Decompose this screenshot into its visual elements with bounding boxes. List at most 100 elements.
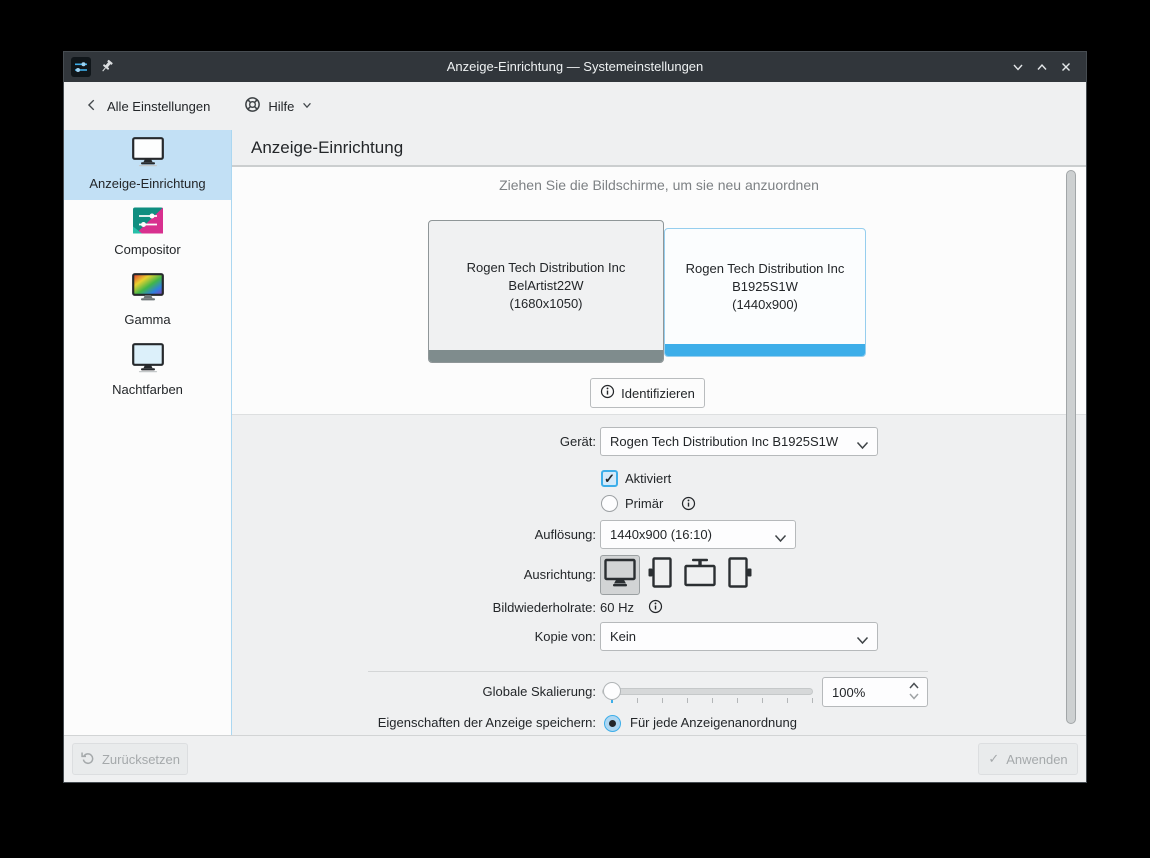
footer-bar: Zurücksetzen ✓ Anwenden — [64, 735, 1086, 782]
page-title-bar: Anzeige-Einrichtung — [232, 130, 1086, 167]
orientation-landscape-button[interactable] — [600, 555, 640, 595]
slider-tick — [787, 698, 788, 703]
refresh-rate-value: 60 Hz — [600, 600, 634, 615]
spin-down-icon — [908, 692, 920, 701]
screen-stand-bar — [429, 350, 663, 362]
replica-label: Kopie von: — [232, 629, 596, 644]
replica-combobox[interactable]: Kein — [600, 622, 878, 651]
window-title: Anzeige-Einrichtung — Systemeinstellunge… — [64, 52, 1086, 82]
sidebar-item-label: Nachtfarben — [112, 382, 183, 397]
enabled-checkbox[interactable]: ✓ — [601, 470, 618, 487]
orientation-landscape-flipped-icon — [682, 555, 718, 596]
chevron-down-icon — [856, 633, 869, 648]
vertical-scrollbar[interactable] — [1066, 170, 1076, 724]
reset-label: Zurücksetzen — [102, 752, 180, 767]
orientation-portrait-right-button[interactable] — [720, 555, 760, 595]
slider-handle[interactable] — [603, 682, 621, 700]
apply-button[interactable]: ✓ Anwenden — [978, 743, 1078, 775]
orientation-portrait-left-button[interactable] — [640, 555, 680, 595]
identify-button[interactable]: Identifizieren — [590, 378, 705, 408]
page-title: Anzeige-Einrichtung — [251, 138, 403, 158]
slider-tick — [662, 698, 663, 703]
enabled-label[interactable]: Aktiviert — [625, 471, 671, 486]
device-value: Rogen Tech Distribution Inc B1925S1W — [610, 434, 838, 449]
minimize-icon[interactable] — [1008, 57, 1028, 77]
monitor-icon — [68, 137, 227, 171]
screen-stand-bar — [665, 344, 865, 356]
sidebar: Anzeige-Einrichtung Compositor Gamma Nac… — [64, 130, 232, 735]
retention-label: Eigenschaften der Anzeige speichern: — [232, 715, 596, 730]
toolbar: Alle Einstellungen Hilfe — [64, 82, 1086, 130]
sidebar-item-label: Anzeige-Einrichtung — [89, 176, 205, 191]
titlebar[interactable]: Anzeige-Einrichtung — Systemeinstellunge… — [64, 52, 1086, 82]
retention-radio[interactable] — [604, 715, 621, 732]
all-settings-button[interactable]: Alle Einstellungen — [79, 90, 216, 122]
screen-box-b1925s1w[interactable]: Rogen Tech Distribution Inc B1925S1W (14… — [664, 228, 866, 357]
global-scale-spinbox[interactable]: 100% — [822, 677, 928, 707]
retention-value[interactable]: Für jede Anzeigenanordnung — [630, 715, 797, 730]
sidebar-item-compositor[interactable]: Compositor — [64, 200, 231, 266]
sidebar-item-nachtfarben[interactable]: Nachtfarben — [64, 336, 231, 406]
chevron-down-icon — [774, 531, 787, 546]
resolution-combobox[interactable]: 1440x900 (16:10) — [600, 520, 796, 549]
undo-icon — [80, 750, 95, 768]
global-scale-value: 100% — [832, 685, 865, 700]
orientation-label: Ausrichtung: — [232, 567, 596, 582]
replica-value: Kein — [610, 629, 636, 644]
global-scale-label: Globale Skalierung: — [232, 684, 596, 699]
resolution-value: 1440x900 (16:10) — [610, 527, 712, 542]
refresh-rate-label: Bildwiederholrate: — [232, 600, 596, 615]
screen-box-belartist22w[interactable]: Rogen Tech Distribution Inc BelArtist22W… — [428, 220, 664, 363]
sidebar-item-anzeige-einrichtung[interactable]: Anzeige-Einrichtung — [64, 130, 231, 200]
info-icon — [600, 384, 615, 402]
sidebar-item-label: Gamma — [124, 312, 170, 327]
spin-up-icon — [908, 681, 920, 690]
systemsettings-window: Anzeige-Einrichtung — Systemeinstellunge… — [64, 52, 1086, 782]
primary-radio[interactable] — [601, 495, 618, 512]
slider-tick — [812, 698, 813, 703]
screen-resolution: (1680x1050) — [510, 295, 583, 313]
help-buoy-icon — [244, 96, 261, 116]
screen-vendor: Rogen Tech Distribution Inc — [467, 259, 626, 277]
help-label: Hilfe — [268, 99, 294, 114]
identify-label: Identifizieren — [621, 386, 695, 401]
check-icon: ✓ — [988, 751, 999, 767]
slider-tick — [737, 698, 738, 703]
compositor-icon — [68, 207, 227, 237]
slider-tick — [762, 698, 763, 703]
desktop-background: Anzeige-Einrichtung — Systemeinstellunge… — [0, 0, 1150, 858]
screen-model: BelArtist22W — [508, 277, 583, 295]
apply-label: Anwenden — [1006, 752, 1067, 767]
screen-resolution: (1440x900) — [732, 296, 798, 314]
screen-arrangement-panel: Ziehen Sie die Bildschirme, um sie neu a… — [232, 167, 1086, 415]
reset-button[interactable]: Zurücksetzen — [72, 743, 188, 775]
slider-tick — [687, 698, 688, 703]
info-icon[interactable] — [648, 599, 663, 614]
screen-vendor: Rogen Tech Distribution Inc — [686, 260, 845, 278]
orientation-portrait-right-icon — [722, 555, 758, 596]
info-icon[interactable] — [681, 496, 696, 511]
gamma-icon — [68, 273, 227, 307]
close-icon[interactable] — [1056, 57, 1076, 77]
check-icon: ✓ — [604, 471, 615, 487]
divider — [368, 671, 928, 672]
sidebar-item-gamma[interactable]: Gamma — [64, 266, 231, 336]
orientation-landscape-flipped-button[interactable] — [680, 555, 720, 595]
device-label: Gerät: — [232, 434, 596, 449]
maximize-icon[interactable] — [1032, 57, 1052, 77]
slider-tick — [637, 698, 638, 703]
nightcolor-icon — [68, 343, 227, 377]
chevron-down-icon — [301, 99, 313, 114]
orientation-landscape-icon — [602, 555, 638, 596]
sidebar-item-label: Compositor — [114, 242, 180, 257]
resolution-label: Auflösung: — [232, 527, 596, 542]
device-combobox[interactable]: Rogen Tech Distribution Inc B1925S1W — [600, 427, 878, 456]
drag-hint-text: Ziehen Sie die Bildschirme, um sie neu a… — [232, 177, 1086, 193]
primary-label[interactable]: Primär — [625, 496, 663, 511]
screen-model: B1925S1W — [732, 278, 798, 296]
global-scale-slider[interactable] — [602, 688, 813, 695]
kcm-display-view: Ziehen Sie die Bildschirme, um sie neu a… — [232, 167, 1086, 735]
help-button[interactable]: Hilfe — [238, 90, 319, 122]
slider-tick — [712, 698, 713, 703]
chevron-down-icon — [856, 438, 869, 453]
